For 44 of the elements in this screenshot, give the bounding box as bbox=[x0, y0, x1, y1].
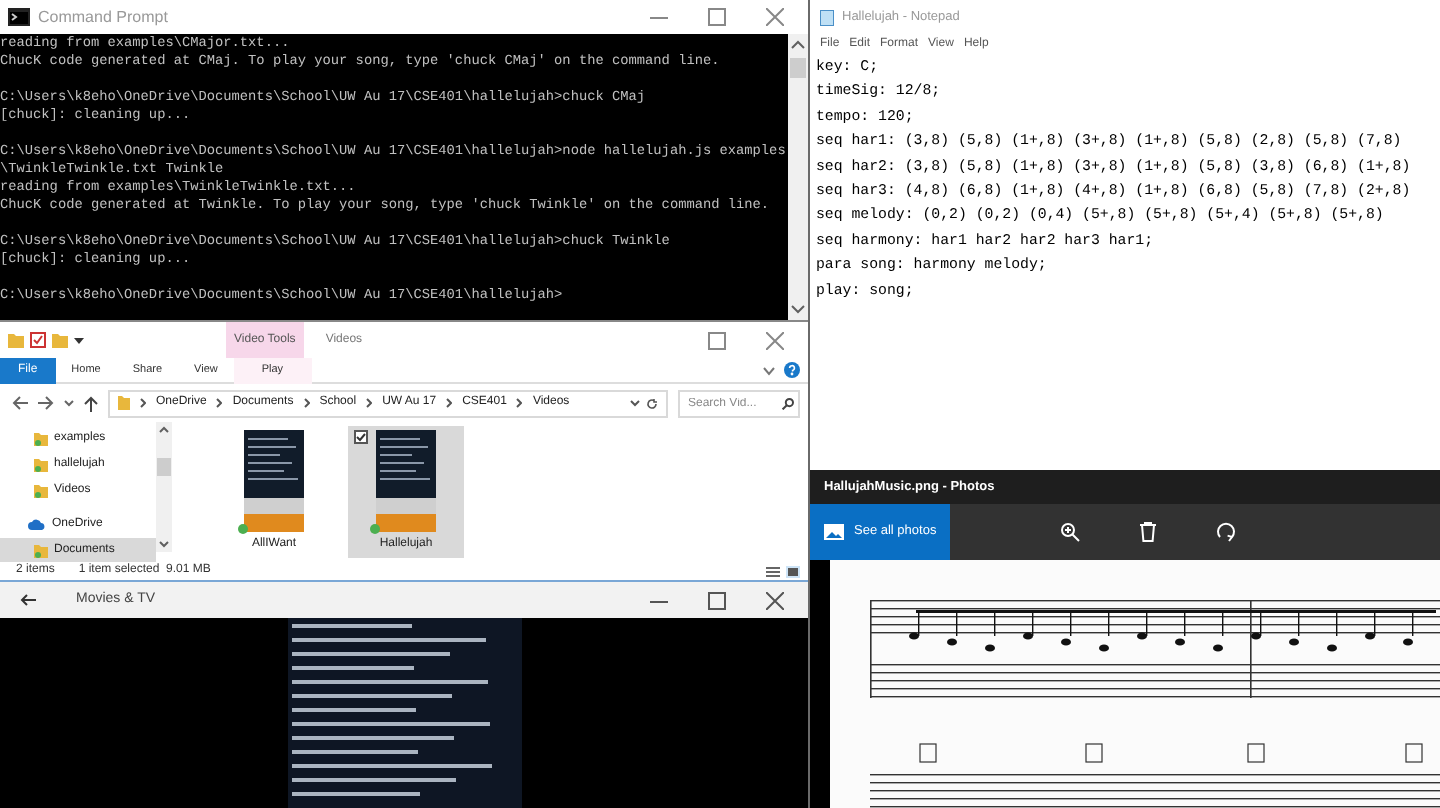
back-icon[interactable] bbox=[20, 594, 36, 606]
properties-icon[interactable] bbox=[30, 332, 46, 348]
folder-icon bbox=[34, 431, 48, 445]
maximize-icon[interactable] bbox=[708, 591, 726, 609]
folder-icon bbox=[34, 457, 48, 471]
chevron-icon bbox=[446, 398, 453, 408]
notepad-icon bbox=[820, 9, 834, 25]
chevron-icon[interactable] bbox=[762, 365, 776, 375]
dropdown-icon[interactable] bbox=[630, 399, 640, 407]
folder-icon bbox=[34, 543, 48, 557]
chevron-icon bbox=[216, 398, 223, 408]
checkbox-icon[interactable] bbox=[354, 430, 368, 444]
chevron-icon bbox=[303, 398, 310, 408]
close-icon[interactable] bbox=[766, 591, 784, 609]
delete-icon[interactable] bbox=[1140, 522, 1157, 542]
maximize-icon[interactable] bbox=[708, 8, 726, 26]
chevron-icon bbox=[366, 398, 373, 408]
help-icon[interactable] bbox=[784, 362, 800, 378]
folder-icon bbox=[34, 483, 48, 497]
forward-icon[interactable] bbox=[38, 396, 54, 410]
chevron-icon bbox=[140, 398, 146, 408]
window-title: Command Prompt bbox=[38, 5, 168, 29]
close-icon[interactable] bbox=[766, 331, 784, 349]
dropdown-icon[interactable] bbox=[74, 335, 84, 345]
details-view-icon[interactable] bbox=[766, 565, 780, 577]
scrollbar bbox=[156, 422, 172, 552]
sync-status-icon bbox=[370, 524, 380, 534]
zoom-in-icon[interactable] bbox=[1060, 522, 1081, 542]
close-icon[interactable] bbox=[766, 8, 784, 26]
thumbnail-view-icon[interactable] bbox=[786, 565, 800, 577]
rotate-icon[interactable] bbox=[1216, 522, 1237, 542]
cloud-icon bbox=[28, 518, 46, 530]
maximize-icon[interactable] bbox=[708, 331, 726, 349]
folder-icon bbox=[8, 332, 24, 348]
dropdown-icon[interactable] bbox=[64, 399, 74, 407]
up-icon[interactable] bbox=[84, 395, 98, 411]
back-icon[interactable] bbox=[12, 396, 28, 410]
image-icon bbox=[824, 524, 844, 540]
terminal-icon bbox=[8, 8, 30, 26]
sync-status-icon bbox=[238, 524, 248, 534]
chevron-icon bbox=[516, 398, 523, 408]
folder-icon bbox=[118, 396, 130, 410]
search-icon bbox=[782, 397, 794, 409]
refresh-icon[interactable] bbox=[646, 397, 658, 409]
